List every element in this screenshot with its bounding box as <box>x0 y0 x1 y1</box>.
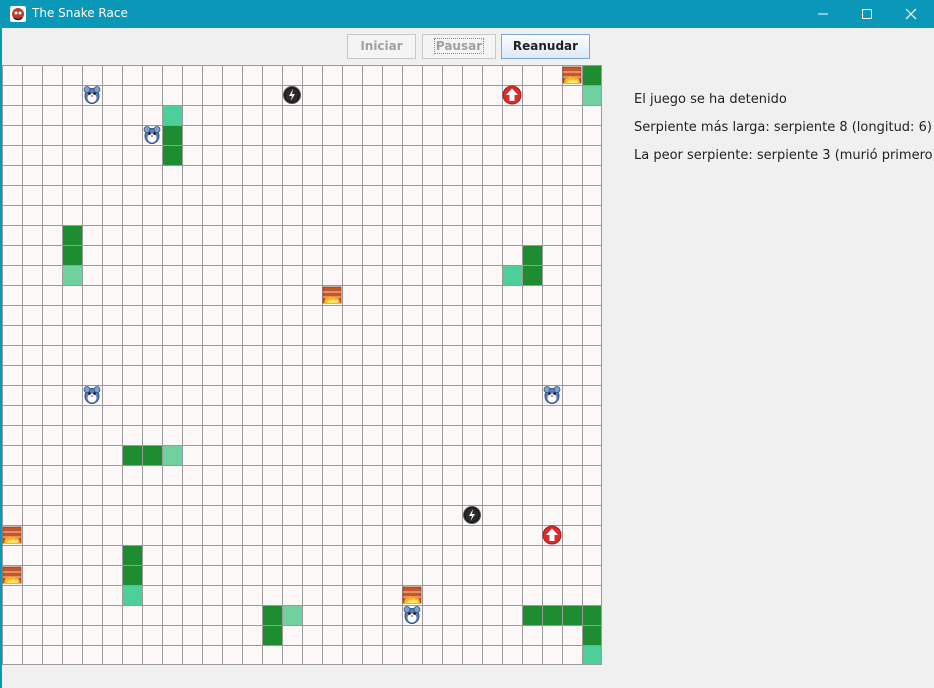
snake-head-cell <box>582 645 602 665</box>
snake-head-cell <box>282 605 302 625</box>
fire-icon <box>562 66 582 84</box>
mouse-icon <box>143 126 161 144</box>
bomb-icon <box>463 506 481 524</box>
snake-body-cell <box>582 65 602 85</box>
snake-5 <box>122 445 182 465</box>
window-title: The Snake Race <box>32 6 128 20</box>
close-button[interactable] <box>888 0 934 28</box>
fire-icon <box>402 586 422 604</box>
snake-head-cell <box>122 585 142 605</box>
snake-body-cell <box>62 245 82 265</box>
title-bar: The Snake Race <box>0 0 934 28</box>
bomb-icon <box>283 86 301 104</box>
snake-body-cell <box>262 605 282 625</box>
snake-body-cell <box>542 605 562 625</box>
worst-snake-text: La peor serpiente: serpiente 3 (murió pr… <box>634 148 934 163</box>
app-icon <box>10 6 26 22</box>
snake-body-cell <box>582 605 602 625</box>
fire-icon <box>2 566 22 584</box>
pause-button-label: Pausar <box>433 38 485 54</box>
game-status-message: El juego se ha detenido <box>634 92 787 107</box>
snake-2 <box>162 105 182 165</box>
snake-body-cell <box>582 625 602 645</box>
maximize-icon <box>862 9 872 19</box>
mouse-icon <box>403 606 421 624</box>
start-button[interactable]: Iniciar <box>347 34 416 59</box>
mouse-icon <box>83 86 101 104</box>
snake-head-cell <box>162 105 182 125</box>
snake-body-cell <box>522 245 542 265</box>
resume-button[interactable]: Reanudar <box>501 34 590 59</box>
mouse-icon <box>83 386 101 404</box>
snake-head-cell <box>62 265 82 285</box>
snake-body-cell <box>142 445 162 465</box>
snake-body-cell <box>522 605 542 625</box>
game-board <box>2 65 602 665</box>
snake-head-cell <box>502 265 522 285</box>
snake-body-cell <box>522 265 542 285</box>
arrow-icon <box>542 525 562 545</box>
snake-6 <box>122 545 142 605</box>
arrow-icon <box>502 85 522 105</box>
snake-body-cell <box>162 125 182 145</box>
fire-icon <box>322 286 342 304</box>
snake-head-cell <box>582 85 602 105</box>
mouse-icon <box>543 386 561 404</box>
fire-icon <box>2 526 22 544</box>
snake-body-cell <box>122 445 142 465</box>
snake-body-cell <box>62 225 82 245</box>
snake-body-cell <box>562 605 582 625</box>
longest-snake-text: Serpiente más larga: serpiente 8 (longit… <box>634 120 932 135</box>
snake-3 <box>62 225 82 285</box>
snake-body-cell <box>122 545 142 565</box>
snake-body-cell <box>262 625 282 645</box>
minimize-button[interactable] <box>800 0 846 28</box>
minimize-icon <box>818 13 828 15</box>
close-icon <box>905 8 917 20</box>
status-panel: El juego se ha detenido Serpiente más la… <box>634 92 934 176</box>
pause-button[interactable]: Pausar <box>422 34 496 59</box>
snake-body-cell <box>162 145 182 165</box>
snake-body-cell <box>122 565 142 585</box>
snake-head-cell <box>162 445 182 465</box>
maximize-button[interactable] <box>844 0 890 28</box>
